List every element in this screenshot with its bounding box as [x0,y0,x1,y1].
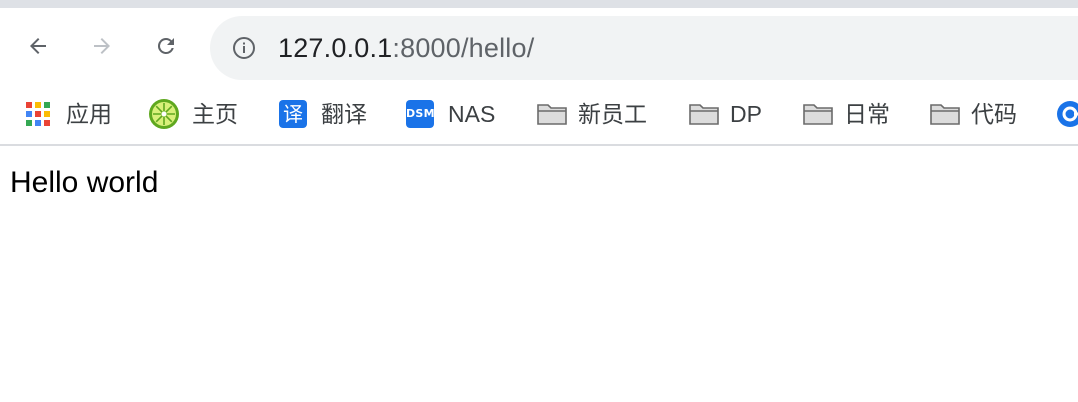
blue-circle-icon [1057,101,1078,127]
info-icon[interactable] [232,36,256,60]
bookmark-label: 翻译 [321,101,367,127]
bookmark-nas[interactable]: DSM NAS [406,94,495,134]
lime-icon [149,99,179,129]
page-text: Hello world [10,166,159,199]
url-text[interactable]: 127.0.0.1:8000/hello/ [278,30,534,66]
back-button[interactable] [18,26,58,66]
bookmarks-bar: 应用 主页 译 翻译 DSM NAS 新员工 DP 日常 代码 [0,84,1078,144]
url-path: :8000/hello/ [392,33,535,63]
folder-icon [536,100,567,128]
bookmark-label: NAS [448,101,496,127]
bookmark-folder-new-staff[interactable]: 新员工 [536,94,647,134]
dsm-icon: DSM [406,100,435,128]
folder-icon [688,100,719,128]
forward-button[interactable] [82,26,122,66]
apps-grid-icon [24,100,52,128]
page-content: Hello world [0,146,1078,402]
browser-toolbar: 127.0.0.1:8000/hello/ [0,8,1078,84]
folder-icon [929,100,960,128]
bookmark-label: 日常 [844,101,890,127]
bookmark-translate[interactable]: 译 翻译 [279,94,367,134]
window-top-strip [0,0,1078,8]
bookmark-label: 代码 [971,101,1017,127]
folder-icon [802,100,833,128]
arrow-right-icon [94,38,110,54]
bookmark-label: 主页 [192,101,238,127]
bookmark-folder-code[interactable]: 代码 [929,94,1017,134]
bookmark-folder-dp[interactable]: DP [688,94,762,134]
address-bar[interactable]: 127.0.0.1:8000/hello/ [210,16,1078,80]
reload-button[interactable] [146,26,186,66]
bookmark-folder-daily[interactable]: 日常 [802,94,890,134]
bookmark-label: 应用 [66,101,112,127]
reload-icon [157,37,174,54]
bookmark-home[interactable]: 主页 [149,94,238,134]
arrow-left-icon [30,38,46,54]
bookmark-overflow-item[interactable] [1056,100,1078,128]
bookmark-label: DP [730,101,762,127]
bookmark-label: 新员工 [578,101,647,127]
bookmark-apps[interactable]: 应用 [24,94,112,134]
url-host: 127.0.0.1 [278,33,393,63]
translate-icon: 译 [279,100,307,128]
